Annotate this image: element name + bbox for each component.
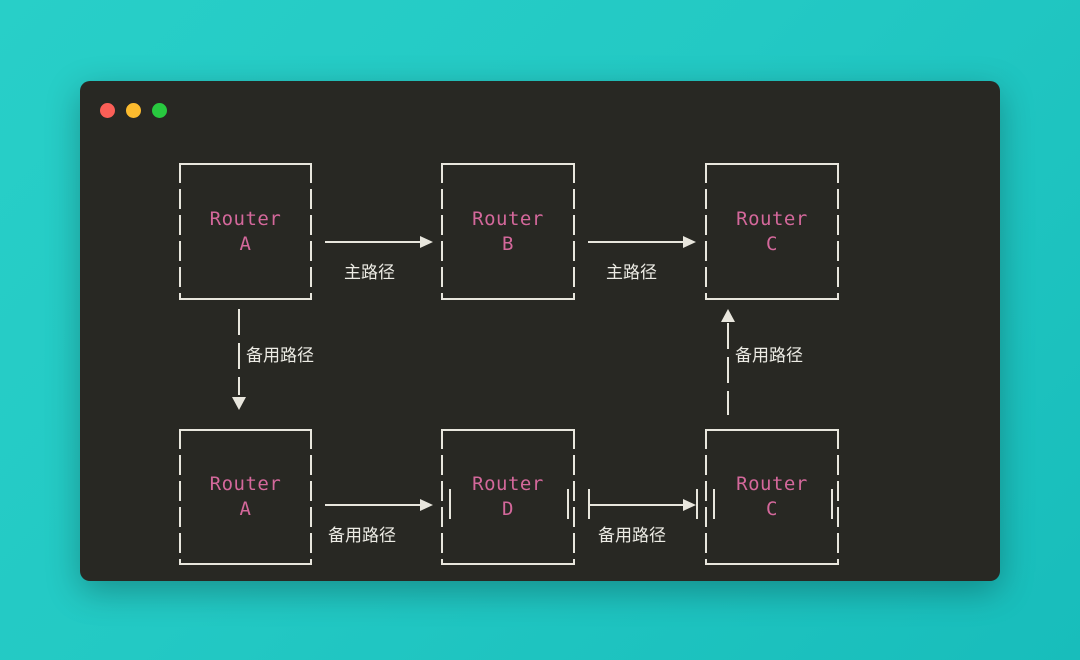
node-router-a-backup[interactable]: Router A (179, 429, 312, 565)
edge-d-to-c-backup-arrow (588, 499, 696, 511)
arrow-shaft (325, 241, 420, 243)
arrow-shaft-vertical (727, 323, 729, 415)
node-router-c-primary[interactable]: Router C (705, 163, 839, 300)
ascii-pipe-artifact (588, 489, 590, 519)
edge-a-backup-to-d-arrow (325, 499, 433, 511)
node-label-line2: A (239, 232, 252, 255)
diagram-canvas: Router A Router B Router C Router A Rout… (80, 81, 1000, 581)
ascii-pipe-artifact (713, 489, 715, 519)
arrow-shaft (588, 241, 683, 243)
edge-a-primary-to-a-backup-label: 备用路径 (246, 346, 314, 366)
node-label-line2: C (766, 232, 778, 255)
arrow-shaft (588, 504, 683, 506)
ascii-pipe-artifact (696, 489, 698, 519)
ascii-pipe-artifact (567, 489, 569, 519)
arrow-head-right-icon (683, 499, 696, 511)
node-router-d[interactable]: Router D (441, 429, 575, 565)
node-router-c-backup[interactable]: Router C (705, 429, 839, 565)
ascii-pipe-artifact (449, 489, 451, 519)
arrow-head-down-icon (232, 397, 246, 410)
node-label-line2: A (239, 498, 252, 520)
node-label-line2: B (502, 232, 514, 255)
edge-a-primary-to-a-backup-arrow (232, 309, 246, 410)
edge-b-to-c-label: 主路径 (606, 263, 657, 283)
edge-d-to-c-backup-label: 备用路径 (598, 526, 666, 546)
ascii-pipe-artifact (831, 489, 833, 519)
arrow-head-right-icon (420, 499, 433, 511)
node-label-line2: D (502, 498, 514, 520)
arrow-shaft-vertical (238, 309, 240, 395)
node-label-line1: Router (736, 207, 808, 230)
arrow-head-right-icon (420, 236, 433, 248)
node-label-line1: Router (736, 473, 808, 495)
edge-c-backup-to-c-primary-arrow (721, 309, 735, 415)
arrow-head-right-icon (683, 236, 696, 248)
node-label-line1: Router (209, 473, 282, 495)
node-label-line1: Router (472, 207, 544, 230)
arrow-head-up-icon (721, 309, 735, 322)
edge-c-backup-to-c-primary-label: 备用路径 (735, 346, 803, 366)
node-label-line1: Router (472, 473, 544, 495)
edge-a-to-b-arrow (325, 236, 433, 248)
edge-b-to-c-arrow (588, 236, 696, 248)
terminal-window: Router A Router B Router C Router A Rout… (80, 81, 1000, 581)
arrow-shaft (325, 504, 420, 506)
node-label-line1: Router (209, 207, 282, 230)
node-router-b[interactable]: Router B (441, 163, 575, 300)
node-router-a-primary[interactable]: Router A (179, 163, 312, 300)
node-label-line2: C (766, 498, 778, 520)
edge-a-backup-to-d-label: 备用路径 (328, 526, 396, 546)
edge-a-to-b-label: 主路径 (344, 263, 395, 283)
screenshot-stage: Router A Router B Router C Router A Rout… (0, 0, 1080, 660)
